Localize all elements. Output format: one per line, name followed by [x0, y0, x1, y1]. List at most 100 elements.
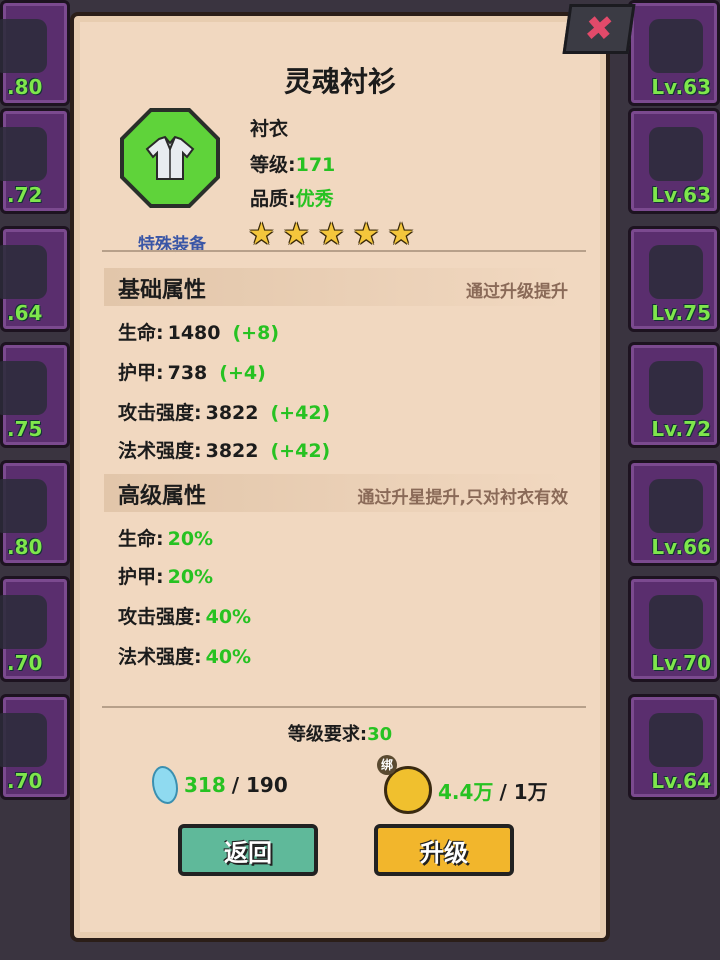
inventory-slot[interactable]: Lv.70 — [628, 576, 720, 682]
item-quality: 品质:优秀 — [250, 184, 334, 211]
slot-level: Lv.70 — [651, 651, 711, 675]
slot-level: Lv.63 — [651, 75, 711, 99]
item-icon — [0, 245, 47, 299]
stat-label: 生命: — [118, 528, 164, 550]
item-type: 衬衣 — [250, 118, 289, 140]
bound-badge: 绑 — [377, 755, 397, 775]
item-icon — [649, 127, 703, 181]
inventory-slot[interactable]: .72 — [0, 108, 70, 214]
stat-label: 法术强度: — [118, 440, 202, 462]
inventory-slot[interactable]: Lv.64 — [628, 694, 720, 800]
inventory-slot[interactable]: .80 — [0, 0, 70, 106]
level-value: 171 — [295, 154, 336, 176]
gold-have: 4.4万 — [438, 779, 494, 804]
item-icon — [649, 361, 703, 415]
stat-label: 攻击强度: — [118, 606, 202, 628]
quality-value: 优秀 — [295, 188, 334, 210]
section-heading: 高级属性 — [118, 484, 207, 509]
slot-level: .64 — [7, 301, 43, 325]
inventory-slot[interactable]: .70 — [0, 576, 70, 682]
item-icon — [649, 713, 703, 767]
basic-stat-row: 生命: 1480 (+8) — [118, 318, 279, 345]
close-icon: ✖ — [581, 9, 617, 49]
slot-level: .70 — [7, 651, 43, 675]
item-icon — [0, 479, 47, 533]
advanced-stat-row: 生命: 20% — [118, 524, 213, 551]
inventory-slot[interactable]: Lv.63 — [628, 108, 720, 214]
requirement-label: 等级要求: — [287, 724, 368, 745]
stat-value: 40% — [205, 606, 252, 628]
level-requirement: 等级要求:30 — [74, 720, 606, 746]
item-icon — [0, 19, 47, 73]
crystal-cost: 318 / 190 — [152, 766, 288, 804]
inventory-slot[interactable]: .70 — [0, 694, 70, 800]
inventory-slot[interactable]: Lv.72 — [628, 342, 720, 448]
quality-label: 品质: — [250, 188, 296, 210]
advanced-attributes-header: 高级属性 通过升星提升,只对衬衣有效 — [104, 474, 568, 512]
slot-level: Lv.63 — [651, 183, 711, 207]
item-icon — [649, 595, 703, 649]
star-icon: ★ — [387, 217, 415, 252]
inventory-slot[interactable]: .64 — [0, 226, 70, 332]
star-icon: ★ — [248, 217, 275, 252]
stat-bonus: (+42) — [270, 440, 331, 462]
section-heading: 基础属性 — [118, 278, 207, 303]
stat-bonus: (+8) — [232, 322, 280, 344]
slot-level: Lv.75 — [651, 301, 711, 325]
slot-level: .75 — [7, 417, 43, 441]
item-icon — [0, 361, 47, 415]
level-label: 等级: — [250, 154, 296, 176]
crystal-icon — [152, 766, 178, 804]
stat-label: 生命: — [118, 322, 164, 344]
item-title: 灵魂衬衫 — [283, 65, 396, 98]
stat-value: 3822 — [205, 440, 259, 462]
crystal-have: 318 — [184, 773, 226, 797]
stat-value: 738 — [167, 362, 208, 384]
item-icon — [0, 713, 47, 767]
shirt-icon — [145, 135, 195, 181]
item-icon — [0, 127, 47, 181]
stat-label: 法术强度: — [118, 646, 202, 668]
slot-level: .80 — [7, 75, 43, 99]
back-button[interactable]: 返回 — [178, 824, 318, 876]
item-icon — [649, 479, 703, 533]
crystal-need: / 190 — [231, 773, 288, 797]
basic-attributes-header: 基础属性 通过升级提升 — [104, 268, 568, 306]
section-note: 通过升级提升 — [466, 282, 568, 302]
stat-bonus: (+42) — [270, 402, 331, 424]
item-icon — [649, 245, 703, 299]
inventory-slot[interactable]: .80 — [0, 460, 70, 566]
slot-level: Lv.66 — [651, 535, 711, 559]
inventory-slot[interactable]: Lv.75 — [628, 226, 720, 332]
stat-value: 40% — [205, 646, 252, 668]
slot-level: Lv.72 — [651, 417, 711, 441]
slot-level: Lv.64 — [651, 769, 711, 793]
upgrade-button[interactable]: 升级 — [374, 824, 514, 876]
basic-stat-row: 攻击强度: 3822 (+42) — [118, 398, 330, 425]
inventory-slot[interactable]: Lv.63 — [628, 0, 720, 106]
stat-label: 攻击强度: — [118, 402, 202, 424]
requirement-value: 30 — [367, 724, 393, 745]
slot-level: .72 — [7, 183, 43, 207]
section-note: 通过升星提升,只对衬衣有效 — [357, 488, 568, 508]
item-emblem — [124, 112, 216, 204]
star-rating: ★ ★ ★ ★ ★ — [248, 220, 415, 250]
star-icon: ★ — [317, 217, 345, 252]
star-icon: ★ — [352, 217, 380, 252]
advanced-stat-row: 法术强度: 40% — [118, 642, 251, 669]
advanced-stat-row: 攻击强度: 40% — [118, 602, 251, 629]
item-detail-dialog: 灵魂衬衫 特殊装备 衬衣 等级:171 品质:优秀 ★ ★ ★ ★ ★ 基础属性… — [70, 12, 610, 942]
stat-label: 护甲: — [118, 566, 164, 588]
stat-value: 20% — [167, 528, 214, 550]
slot-level: .70 — [7, 769, 43, 793]
inventory-slot[interactable]: .75 — [0, 342, 70, 448]
basic-stat-row: 护甲: 738 (+4) — [118, 358, 266, 385]
star-icon: ★ — [282, 217, 310, 252]
inventory-slot[interactable]: Lv.66 — [628, 460, 720, 566]
close-button[interactable]: ✖ — [562, 4, 636, 54]
item-icon — [649, 19, 703, 73]
advanced-stat-row: 护甲: 20% — [118, 562, 213, 589]
basic-stat-row: 法术强度: 3822 (+42) — [118, 436, 330, 463]
stat-value: 20% — [167, 566, 214, 588]
gold-need: / 1万 — [499, 779, 548, 804]
